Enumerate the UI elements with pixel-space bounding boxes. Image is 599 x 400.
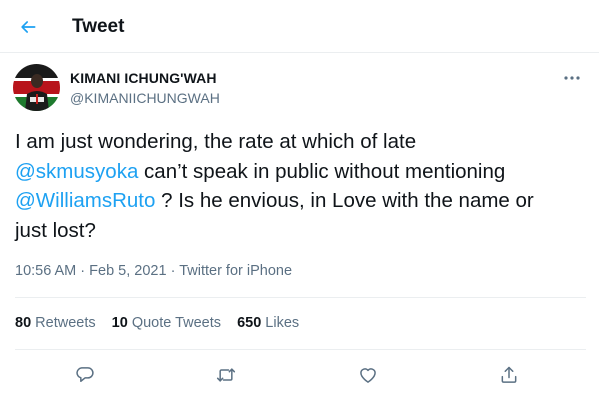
mention-link-skmusyoka[interactable]: @skmusyoka (15, 160, 138, 183)
retweet-button[interactable] (211, 360, 241, 390)
quote-tweets-stat[interactable]: 10 Quote Tweets (112, 315, 221, 331)
divider (15, 349, 586, 350)
avatar[interactable] (13, 64, 60, 111)
likes-stat[interactable]: 650 Likes (237, 315, 299, 331)
mention-link-williamsruto[interactable]: @WilliamsRuto (15, 189, 155, 212)
author-handle[interactable]: @KIMANIICHUNGWAH (70, 90, 220, 106)
tweet-time[interactable]: 10:56 AM (15, 263, 76, 279)
tweet-meta: 10:56 AM · Feb 5, 2021 · Twitter for iPh… (15, 263, 292, 279)
arrow-left-icon (21, 21, 36, 33)
more-horizontal-icon (564, 76, 580, 80)
tweet-text-segment: can’t speak in public without mentioning (138, 159, 506, 183)
tweet-source[interactable]: Twitter for iPhone (179, 263, 292, 279)
quote-tweets-label: Quote Tweets (131, 315, 222, 331)
back-button[interactable] (14, 13, 42, 41)
separator-dot: · (80, 263, 90, 279)
tweet-text-segment: I am just wondering, the rate at which o… (15, 130, 417, 153)
reply-button[interactable] (70, 360, 100, 390)
retweets-label: Retweets (35, 315, 96, 331)
likes-label: Likes (265, 315, 300, 331)
reply-icon (76, 367, 94, 382)
like-icon (360, 368, 376, 383)
separator-dot: · (170, 263, 180, 279)
share-icon (501, 366, 517, 383)
engagement-stats: 80 Retweets 10 Quote Tweets 650 Likes (15, 315, 311, 331)
like-button[interactable] (353, 360, 383, 390)
quote-tweets-count: 10 (111, 315, 128, 331)
more-button[interactable] (559, 70, 585, 86)
page-title: Tweet (72, 16, 125, 37)
share-button[interactable] (494, 360, 524, 390)
top-bar: Tweet (0, 0, 599, 53)
likes-count: 650 (237, 315, 262, 331)
divider (15, 297, 586, 298)
retweet-icon (216, 368, 236, 382)
author-name[interactable]: KIMANI ICHUNG'WAH (70, 70, 217, 86)
tweet-date[interactable]: Feb 5, 2021 (89, 263, 166, 279)
retweets-count: 80 (15, 315, 32, 331)
tweet-text: I am just wondering, the rate at which o… (15, 127, 535, 245)
action-bar (0, 360, 599, 390)
profile-photo-icon (13, 64, 60, 111)
retweets-stat[interactable]: 80 Retweets (15, 315, 96, 331)
